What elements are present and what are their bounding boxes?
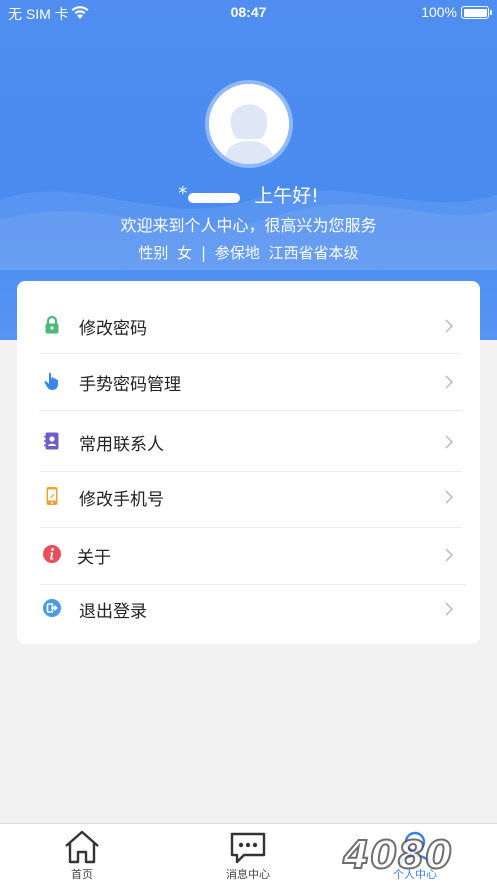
- home-icon: [65, 830, 99, 864]
- watermark-logo: 4080: [342, 832, 453, 878]
- hand-pointer-icon: [44, 372, 58, 390]
- lock-icon: [45, 315, 59, 334]
- menu-label: 关于: [77, 548, 111, 568]
- gender-label: 性别: [138, 244, 169, 262]
- tab-bar: 首页 消息中心 个人中心 4080: [0, 823, 497, 883]
- tab-messages[interactable]: 消息中心: [188, 824, 308, 883]
- contacts-icon: [44, 432, 59, 450]
- chevron-right-icon: [445, 319, 454, 333]
- logout-icon: [43, 599, 61, 617]
- menu-card: 修改密码 手势密码管理 常用联系人 修改手机号 关于 退出登录: [17, 281, 480, 644]
- message-icon: [230, 832, 266, 864]
- greeting-text: 上午好!: [254, 185, 319, 207]
- menu-item-contacts[interactable]: 常用联系人: [17, 414, 480, 470]
- info-separator: |: [200, 244, 207, 262]
- tab-home[interactable]: 首页: [22, 824, 142, 883]
- tab-label: 消息中心: [226, 868, 270, 881]
- tab-label: 首页: [71, 868, 93, 881]
- divider: [39, 410, 462, 411]
- menu-label: 修改密码: [79, 319, 147, 339]
- chevron-right-icon: [445, 548, 454, 562]
- menu-label: 常用联系人: [79, 435, 164, 455]
- status-bar: 无 SIM 卡 08:47 100%: [0, 0, 497, 26]
- masked-user-name: *: [178, 183, 248, 205]
- menu-label: 修改手机号: [79, 490, 164, 510]
- phone-icon: [46, 487, 58, 505]
- info-icon: [43, 545, 61, 563]
- battery-icon: [461, 6, 492, 19]
- chevron-right-icon: [445, 375, 454, 389]
- greeting: * 上午好!: [0, 181, 497, 208]
- battery-percent: 100%: [421, 4, 457, 20]
- chevron-right-icon: [445, 490, 454, 504]
- menu-item-logout[interactable]: 退出登录: [17, 581, 480, 637]
- chevron-right-icon: [445, 602, 454, 616]
- user-info: 性别 女 | 参保地 江西省省本级: [0, 242, 497, 263]
- insured-value: 江西省省本级: [268, 244, 359, 262]
- menu-label: 退出登录: [79, 602, 147, 622]
- avatar[interactable]: [205, 80, 293, 168]
- insured-label: 参保地: [214, 244, 260, 262]
- menu-item-change-phone[interactable]: 修改手机号: [17, 469, 480, 525]
- menu-item-change-password[interactable]: 修改密码: [17, 298, 480, 354]
- menu-item-gesture-password[interactable]: 手势密码管理: [17, 354, 480, 410]
- menu-label: 手势密码管理: [79, 375, 181, 395]
- welcome-text: 欢迎来到个人中心，很高兴为您服务: [120, 216, 377, 235]
- menu-item-about[interactable]: 关于: [17, 527, 480, 583]
- female-avatar-icon: [209, 84, 289, 164]
- gender-value: 女: [177, 244, 193, 262]
- chevron-right-icon: [445, 435, 454, 449]
